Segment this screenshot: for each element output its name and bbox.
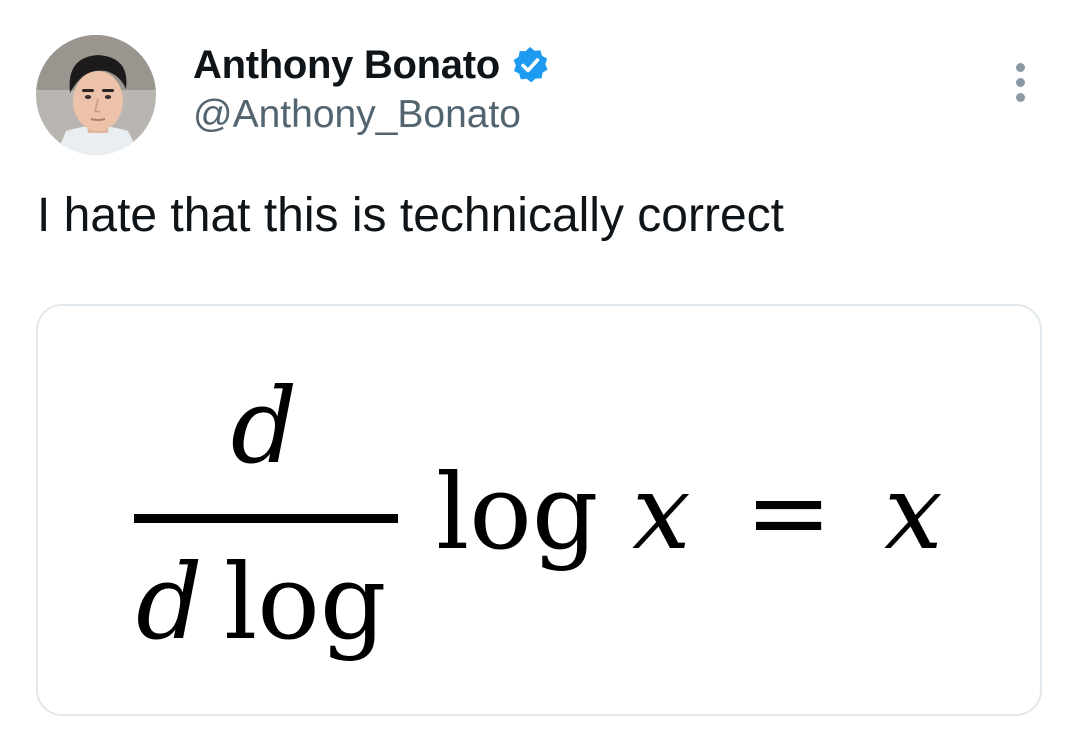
profile-photo bbox=[36, 35, 156, 155]
tweet: Anthony Bonato @Anthony_Bonato I hate th… bbox=[0, 0, 1080, 735]
formula-equals: = bbox=[745, 451, 832, 573]
fraction-bar bbox=[134, 514, 398, 523]
formula-image: d d log log x = x bbox=[134, 365, 943, 663]
author-display-name[interactable]: Anthony Bonato bbox=[193, 43, 500, 88]
author-handle[interactable]: @Anthony_Bonato bbox=[193, 93, 521, 137]
verified-badge-icon bbox=[510, 45, 550, 85]
more-options-icon[interactable] bbox=[996, 56, 1044, 108]
formula-denominator-log: log bbox=[224, 541, 386, 663]
more-dot bbox=[1015, 92, 1025, 102]
formula-log: log bbox=[436, 451, 598, 573]
more-dot bbox=[1015, 62, 1025, 72]
tweet-text: I hate that this is technically correct bbox=[37, 189, 784, 242]
author-avatar[interactable] bbox=[36, 35, 156, 155]
formula-numerator: d bbox=[231, 365, 298, 487]
more-dot bbox=[1015, 77, 1025, 87]
formula-x-left: x bbox=[632, 451, 691, 573]
formula-x-right: x bbox=[884, 451, 943, 573]
formula-denominator-d: d bbox=[136, 541, 203, 663]
author-name-row: Anthony Bonato bbox=[193, 40, 550, 90]
tweet-media-image[interactable]: d d log log x = x bbox=[36, 304, 1042, 716]
